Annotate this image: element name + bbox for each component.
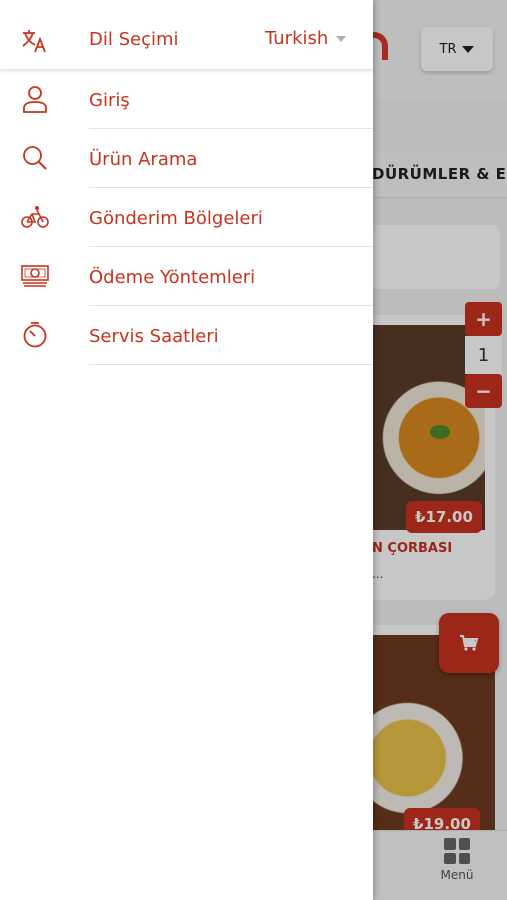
drawer-item-service-hours[interactable]: Servis Saatleri [0,306,373,365]
language-selector-row[interactable]: Dil Seçimi Turkish [0,0,373,70]
drawer-item-label: Gönderim Bölgeleri [89,208,263,229]
timer-icon [20,320,50,350]
drawer-item-product-search[interactable]: Ürün Arama [0,129,373,188]
divider [89,364,373,365]
drawer-item-login[interactable]: Giriş [0,70,373,129]
translate-icon [20,26,50,56]
drawer-item-payment-methods[interactable]: Ödeme Yöntemleri [0,247,373,306]
drawer-item-delivery-zones[interactable]: Gönderim Bölgeleri [0,188,373,247]
user-icon [20,84,50,114]
drawer-item-label: Giriş [89,90,130,111]
drawer-item-label: Ödeme Yöntemleri [89,267,256,288]
dropdown-arrow-icon [336,35,347,42]
drawer-item-label: Ürün Arama [89,149,198,170]
language-value: Turkish [265,28,329,49]
bicycle-icon [20,202,50,232]
language-label: Dil Seçimi [89,29,179,50]
money-icon [20,261,50,291]
language-dropdown[interactable]: Turkish [265,28,347,49]
drawer-item-label: Servis Saatleri [89,326,219,347]
search-icon [20,143,50,173]
navigation-drawer: Dil Seçimi Turkish Giriş Ürün Arama Gönd… [0,0,373,900]
